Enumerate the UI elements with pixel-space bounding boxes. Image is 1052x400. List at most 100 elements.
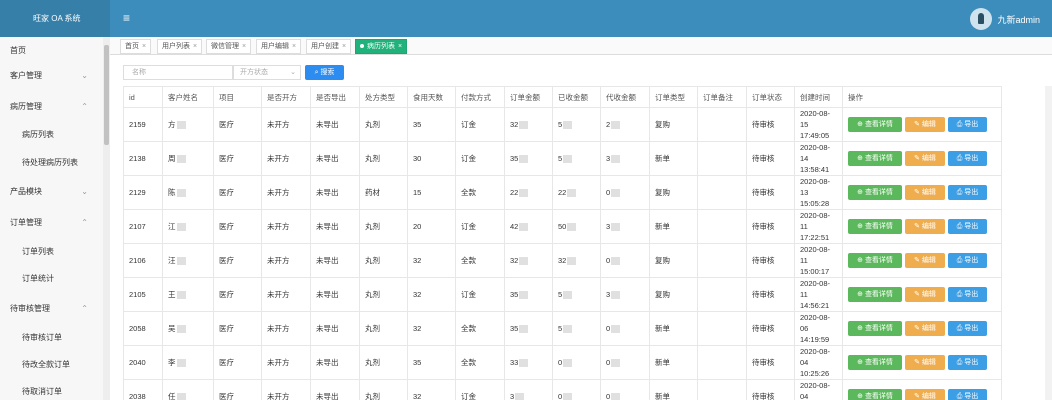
edit-button[interactable]: ✎ 编辑 <box>905 253 945 268</box>
cell-actions: ⊕ 查看详情 ✎ 编辑 ⎙ 导出 <box>842 107 1002 142</box>
column-header: 食用天数 <box>407 86 456 108</box>
cell-time: 2020-08-11 17:22:51 <box>794 209 843 244</box>
redaction-mask <box>611 155 621 163</box>
column-header: 客户姓名 <box>162 86 214 108</box>
sidebar-item-pending-orders[interactable]: 待审核订单 <box>0 324 104 352</box>
view-details-button[interactable]: ⊕ 查看详情 <box>848 219 902 234</box>
cell-status: 待审核 <box>746 243 795 278</box>
table-header-row: id 客户姓名 项目 是否开方 是否导出 处方类型 食用天数 付款方式 订单金额 已收金额 代收金额… <box>123 86 1002 108</box>
close-icon[interactable]: × <box>242 43 246 50</box>
column-header: 订单备注 <box>697 86 747 108</box>
cell-amount: 33 <box>504 345 553 380</box>
view-details-button[interactable]: ⊕ 查看详情 <box>848 185 902 200</box>
tab-bar: 首页 × 用户列表 × 微信管理 × 用户编辑 × 用户创建 × 病历列表 × <box>110 37 1052 55</box>
sidebar-item-customers[interactable]: 客户管理 ⌄ <box>0 62 104 90</box>
cell-days: 32 <box>407 311 456 346</box>
edit-button[interactable]: ✎ 编辑 <box>905 117 945 132</box>
redaction-mask <box>176 189 186 198</box>
cell-rx-type: 丸剂 <box>359 243 408 278</box>
export-button[interactable]: ⎙ 导出 <box>948 219 987 234</box>
edit-button[interactable]: ✎ 编辑 <box>905 287 945 302</box>
chevron-down-icon: ⌄ <box>81 187 88 196</box>
redaction-mask <box>611 223 621 231</box>
user-menu[interactable]: 九新admin <box>970 8 1040 30</box>
column-header: 创建时间 <box>794 86 843 108</box>
view-icon: ⊕ <box>857 325 863 332</box>
cell-time: 2020-08-04 10:16:13 <box>794 379 843 400</box>
cell-days: 32 <box>407 243 456 278</box>
export-button[interactable]: ⎙ 导出 <box>948 117 987 132</box>
avatar[interactable] <box>970 8 993 30</box>
edit-icon: ✎ <box>914 257 920 264</box>
export-button[interactable]: ⎙ 导出 <box>948 287 987 302</box>
cell-amount: 35 <box>504 277 553 312</box>
cell-id: 2105 <box>123 277 163 312</box>
table-row: 2106 汪医疗 未开方 未导出 丸剂 32 全款 32 32 0 复购 待审核 2020-08-11 … <box>123 243 1002 278</box>
edit-button[interactable]: ✎ 编辑 <box>905 185 945 200</box>
edit-button[interactable]: ✎ 编辑 <box>905 321 945 336</box>
cell-exported: 未导出 <box>310 107 360 142</box>
close-icon[interactable]: × <box>142 43 146 50</box>
export-button[interactable]: ⎙ 导出 <box>948 321 987 336</box>
user-name: 九新admin <box>997 14 1040 25</box>
close-icon[interactable]: × <box>292 43 296 50</box>
cell-note <box>697 209 747 244</box>
view-details-button[interactable]: ⊕ 查看详情 <box>848 355 902 370</box>
view-details-button[interactable]: ⊕ 查看详情 <box>848 287 902 302</box>
cell-days: 15 <box>407 175 456 210</box>
close-icon[interactable]: × <box>398 43 402 50</box>
view-icon: ⊕ <box>857 257 863 264</box>
redaction-mask <box>519 189 529 197</box>
export-button[interactable]: ⎙ 导出 <box>948 389 987 400</box>
tab-home[interactable]: 首页 × <box>120 39 152 54</box>
tab-user-edit[interactable]: 用户编辑 × <box>256 39 302 54</box>
cell-status: 待审核 <box>746 277 795 312</box>
cell-collect: 2 <box>600 107 650 142</box>
sidebar-scrollbar-thumb[interactable] <box>104 45 109 145</box>
sidebar-item-review[interactable]: 待审核管理 ⌃ <box>0 295 104 323</box>
close-icon[interactable]: × <box>342 43 346 50</box>
menu-toggle-icon[interactable]: ≡ <box>123 11 137 25</box>
search-button[interactable]: ⌕ 搜索 <box>305 65 344 80</box>
edit-button[interactable]: ✎ 编辑 <box>905 389 945 400</box>
export-button[interactable]: ⎙ 导出 <box>948 253 987 268</box>
cell-name: 陈 <box>162 175 214 210</box>
close-icon[interactable]: × <box>193 43 197 50</box>
tab-user-list[interactable]: 用户列表 × <box>157 39 203 54</box>
sidebar-item-pending-cancel[interactable]: 待取消订单 <box>0 378 104 400</box>
view-details-button[interactable]: ⊕ 查看详情 <box>848 321 902 336</box>
sidebar-item-record-list[interactable]: 病历列表 <box>0 121 104 149</box>
tab-record-list[interactable]: 病历列表 × <box>355 39 408 54</box>
cell-rx-type: 药材 <box>359 175 408 210</box>
cell-amount: 3 <box>504 379 553 400</box>
cell-actions: ⊕ 查看详情 ✎ 编辑 ⎙ 导出 <box>842 379 1002 400</box>
table-row: 2038任医疗未开方未导出丸剂32订金300新单待审核2020-08-04 10… <box>123 379 1002 400</box>
sidebar-item-orders[interactable]: 订单管理 ⌃ <box>0 209 104 237</box>
sidebar-item-records[interactable]: 病历管理 ⌃ <box>0 93 104 121</box>
sidebar-item-pending-records[interactable]: 待处理病历列表 <box>0 149 104 177</box>
export-button[interactable]: ⎙ 导出 <box>948 355 987 370</box>
view-details-button[interactable]: ⊕ 查看详情 <box>848 389 902 400</box>
name-search-input[interactable]: 名称 <box>123 65 233 80</box>
edit-button[interactable]: ✎ 编辑 <box>905 355 945 370</box>
tab-wechat[interactable]: 微信管理 × <box>206 39 252 54</box>
cell-status: 待审核 <box>746 311 795 346</box>
sidebar-item-pending-full-payment[interactable]: 待改全款订单 <box>0 351 104 379</box>
content-scrollbar[interactable] <box>1045 86 1052 400</box>
sidebar-item-order-list[interactable]: 订单列表 <box>0 238 104 266</box>
view-details-button[interactable]: ⊕ 查看详情 <box>848 151 902 166</box>
export-button[interactable]: ⎙ 导出 <box>948 185 987 200</box>
sidebar-item-home[interactable]: 首页 <box>0 37 104 65</box>
cell-rx-type: 丸剂 <box>359 345 408 380</box>
view-details-button[interactable]: ⊕ 查看详情 <box>848 117 902 132</box>
edit-icon: ✎ <box>914 291 920 298</box>
edit-button[interactable]: ✎ 编辑 <box>905 219 945 234</box>
edit-button[interactable]: ✎ 编辑 <box>905 151 945 166</box>
tab-user-create[interactable]: 用户创建 × <box>306 39 352 54</box>
sidebar-item-products[interactable]: 产品模块 ⌄ <box>0 178 104 206</box>
export-button[interactable]: ⎙ 导出 <box>948 151 987 166</box>
view-details-button[interactable]: ⊕ 查看详情 <box>848 253 902 268</box>
sidebar-item-order-stats[interactable]: 订单统计 <box>0 265 104 293</box>
status-select[interactable]: 开方状态 ⌄ <box>233 65 301 80</box>
cell-note <box>697 141 747 176</box>
